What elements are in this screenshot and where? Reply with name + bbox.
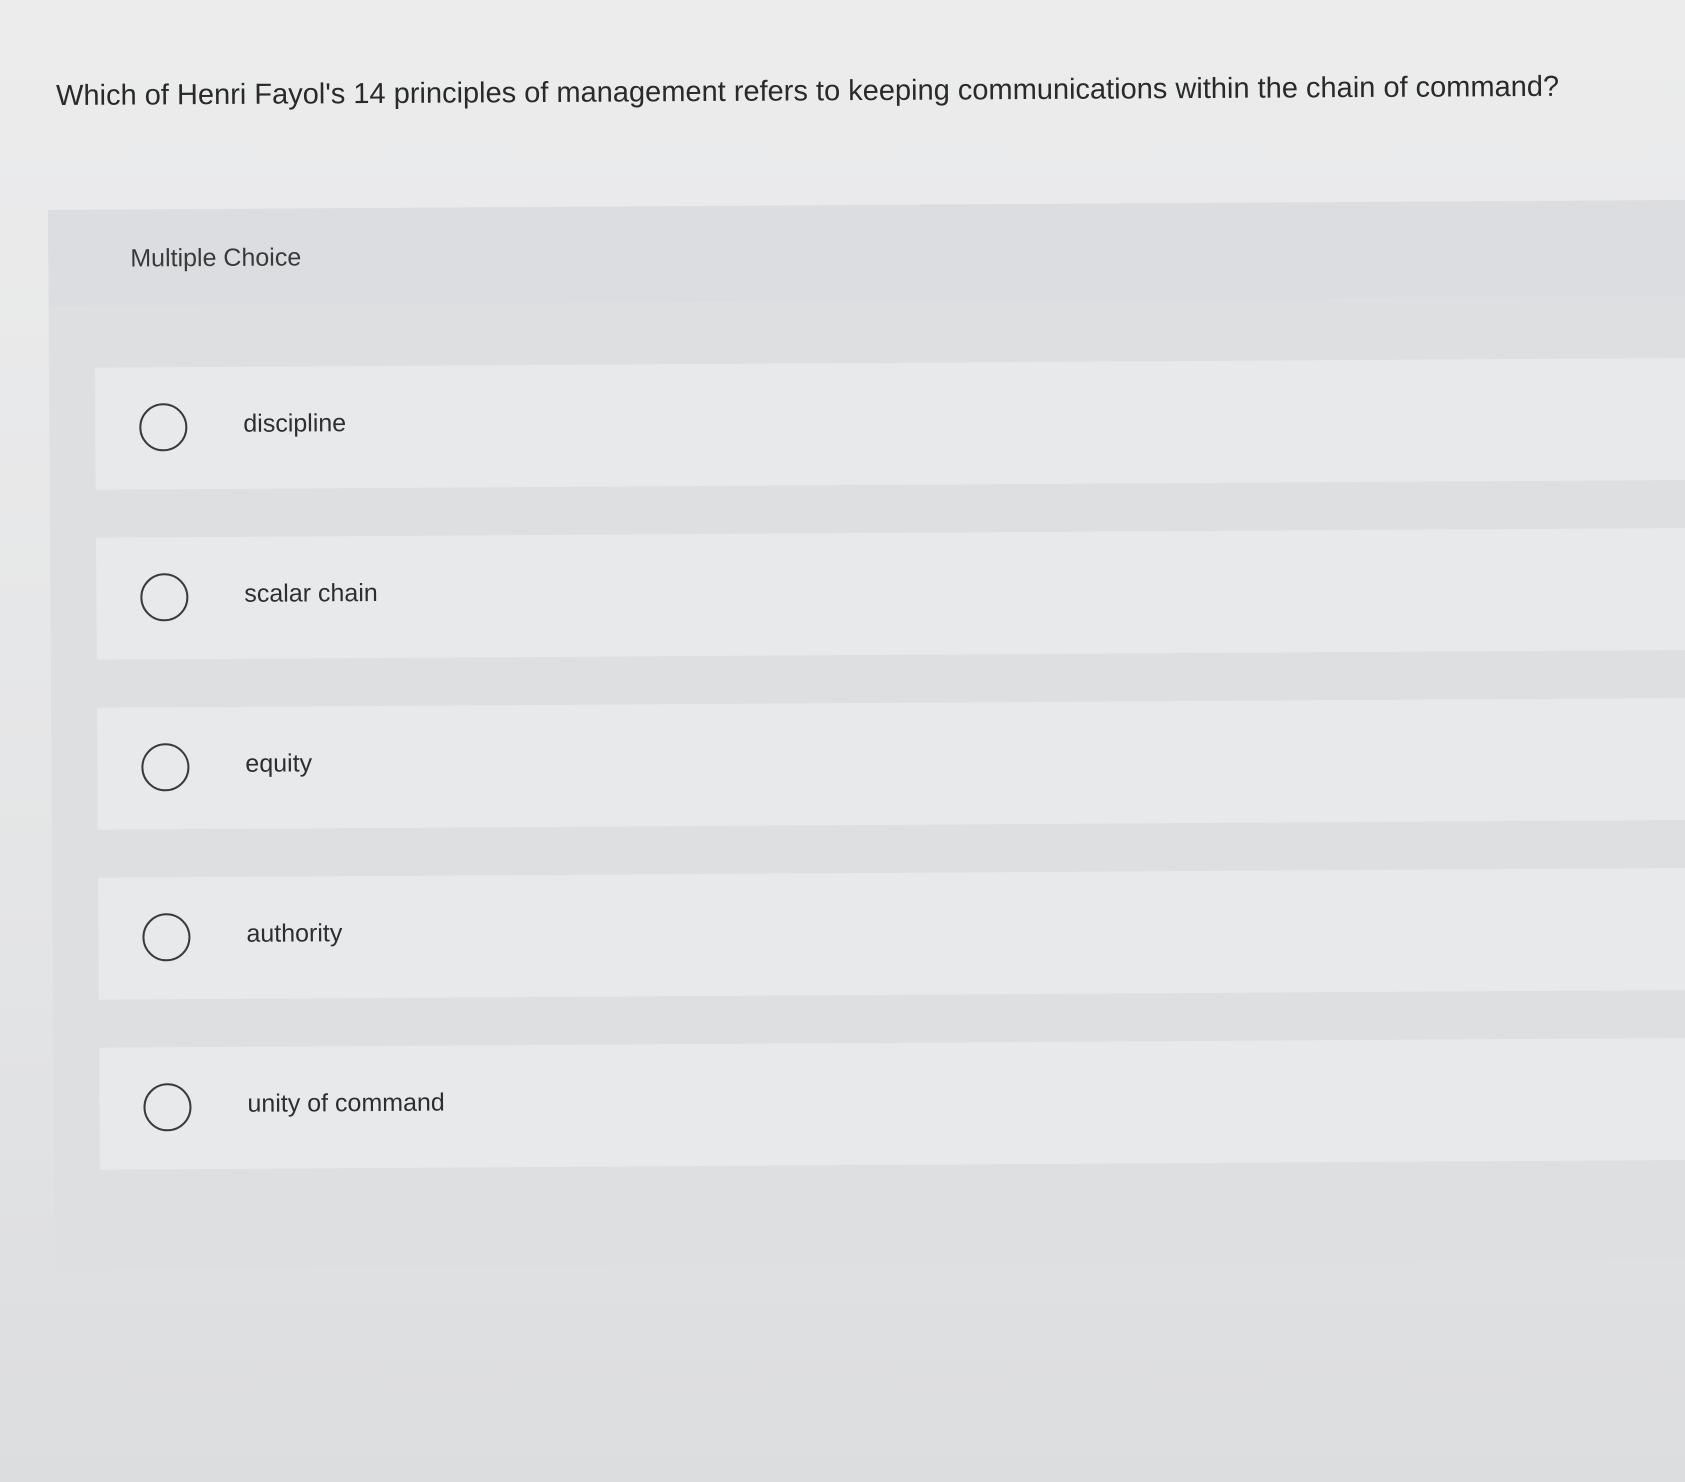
question-text: Which of Henri Fayol's 14 principles of … bbox=[56, 70, 1560, 112]
answer-option-authority[interactable]: authority bbox=[98, 867, 1685, 1000]
answer-options: discipline scalar chain equity authority… bbox=[94, 357, 1685, 1218]
radio-button[interactable] bbox=[140, 573, 189, 622]
answer-option-discipline[interactable]: discipline bbox=[94, 357, 1685, 490]
radio-button[interactable] bbox=[141, 743, 190, 792]
multiple-choice-label: Multiple Choice bbox=[130, 243, 302, 273]
radio-button[interactable] bbox=[142, 913, 191, 962]
answer-option-label: equity bbox=[245, 749, 313, 778]
answer-option-unity-of-command[interactable]: unity of command bbox=[99, 1037, 1685, 1170]
multiple-choice-header: Multiple Choice bbox=[48, 200, 1685, 306]
radio-button[interactable] bbox=[143, 1083, 192, 1132]
multiple-choice-panel: Multiple Choice discipline scalar chain … bbox=[48, 200, 1685, 1270]
answer-option-scalar-chain[interactable]: scalar chain bbox=[96, 527, 1685, 660]
answer-option-label: authority bbox=[246, 919, 343, 948]
answer-option-equity[interactable]: equity bbox=[97, 697, 1685, 830]
answer-option-label: discipline bbox=[243, 409, 347, 438]
page: Which of Henri Fayol's 14 principles of … bbox=[0, 0, 1685, 1482]
radio-button[interactable] bbox=[139, 403, 188, 452]
answer-option-label: scalar chain bbox=[244, 578, 378, 608]
answer-option-label: unity of command bbox=[247, 1088, 445, 1118]
